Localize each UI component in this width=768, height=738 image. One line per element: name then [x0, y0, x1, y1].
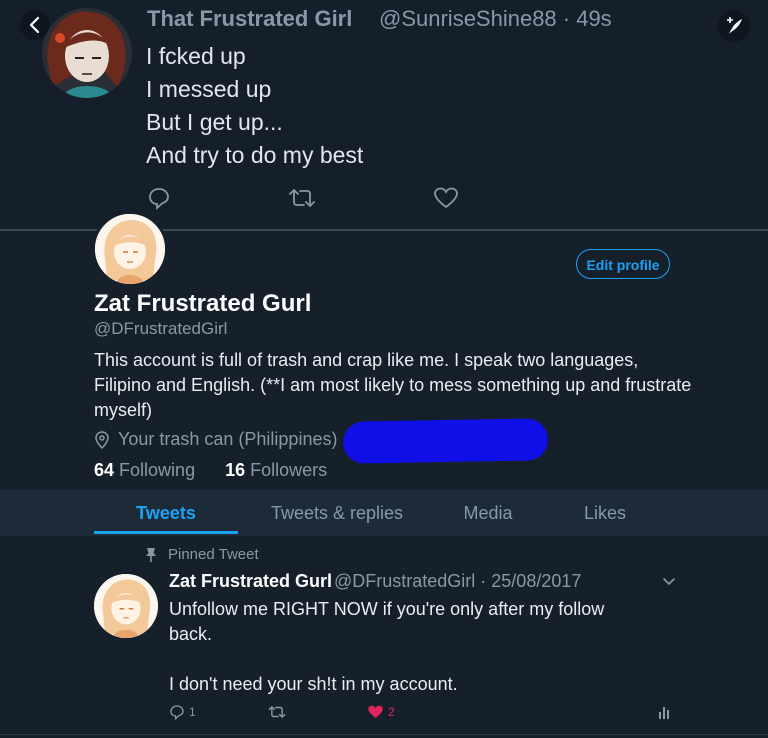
avatar[interactable]: [42, 8, 132, 98]
tab-tweets-replies[interactable]: Tweets & replies: [252, 490, 422, 536]
compose-button[interactable]: [718, 10, 750, 42]
profile-handle: @DFrustratedGirl: [94, 319, 228, 338]
chevron-down-icon: [663, 578, 675, 586]
tab-media[interactable]: Media: [438, 490, 538, 536]
pinned-tweet-meta: @DFrustratedGirl · 25/08/2017: [334, 571, 582, 591]
retweet-icon: [268, 706, 286, 718]
profile-bio: This account is full of trash and crap l…: [94, 350, 692, 420]
tab-likes[interactable]: Likes: [560, 490, 650, 536]
pin-icon: [146, 547, 156, 562]
pinned-label: Pinned Tweet: [168, 546, 259, 563]
tweet-author-handle: @SunriseShine88 · 49s: [379, 6, 612, 31]
reply-button[interactable]: [147, 186, 171, 210]
compose-icon: [727, 17, 742, 34]
location-icon: [95, 430, 109, 449]
reply-count: 1: [189, 705, 196, 719]
pinned-tweet-text: Unfollow me RIGHT NOW if you're only aft…: [169, 599, 605, 694]
reply-icon: [149, 188, 169, 210]
reply-icon: [170, 705, 184, 720]
profile-tabs: Tweets Tweets & replies Media Likes: [0, 490, 768, 536]
tab-tweets[interactable]: Tweets: [94, 490, 238, 536]
followers-label: Followers: [250, 460, 328, 480]
pinned-tweet-author-name[interactable]: Zat Frustrated Gurl: [169, 571, 332, 592]
location-text: Your trash can (Philippines): [118, 429, 338, 449]
followers-stat[interactable]: 16 Followers: [225, 460, 327, 481]
like-icon: [434, 187, 458, 209]
profile-stats: 64 Following 16 Followers: [94, 460, 327, 481]
analytics-icon: [659, 707, 669, 719]
like-button[interactable]: 2: [367, 704, 395, 720]
followers-count: 16: [225, 460, 246, 480]
following-label: Following: [119, 460, 196, 480]
pinned-indicator: Pinned Tweet: [144, 546, 259, 563]
avatar[interactable]: [94, 574, 158, 638]
tweet-text: I fcked up I messed up But I get up... A…: [146, 43, 364, 168]
like-button[interactable]: [433, 186, 459, 210]
retweet-button[interactable]: [288, 186, 316, 210]
profile-avatar[interactable]: [92, 211, 168, 287]
profile-location: Your trash can (Philippines): [94, 429, 337, 450]
following-stat[interactable]: 64 Following: [94, 460, 195, 481]
retweet-icon: [289, 189, 315, 207]
like-icon: [368, 705, 383, 718]
tweet-menu-button[interactable]: [662, 577, 676, 587]
analytics-button[interactable]: [658, 704, 670, 720]
profile-display-name: Zat Frustrated Gurl: [94, 290, 312, 317]
tweet-author-name[interactable]: That Frustrated Girl: [147, 6, 352, 32]
retweet-button[interactable]: [268, 704, 286, 720]
divider: [0, 734, 768, 735]
like-count: 2: [388, 705, 395, 719]
redaction-mark: [342, 418, 549, 464]
active-tab-indicator: [94, 531, 238, 534]
reply-button[interactable]: 1: [169, 704, 196, 720]
edit-profile-button[interactable]: Edit profile: [576, 249, 670, 279]
following-count: 64: [94, 460, 115, 480]
